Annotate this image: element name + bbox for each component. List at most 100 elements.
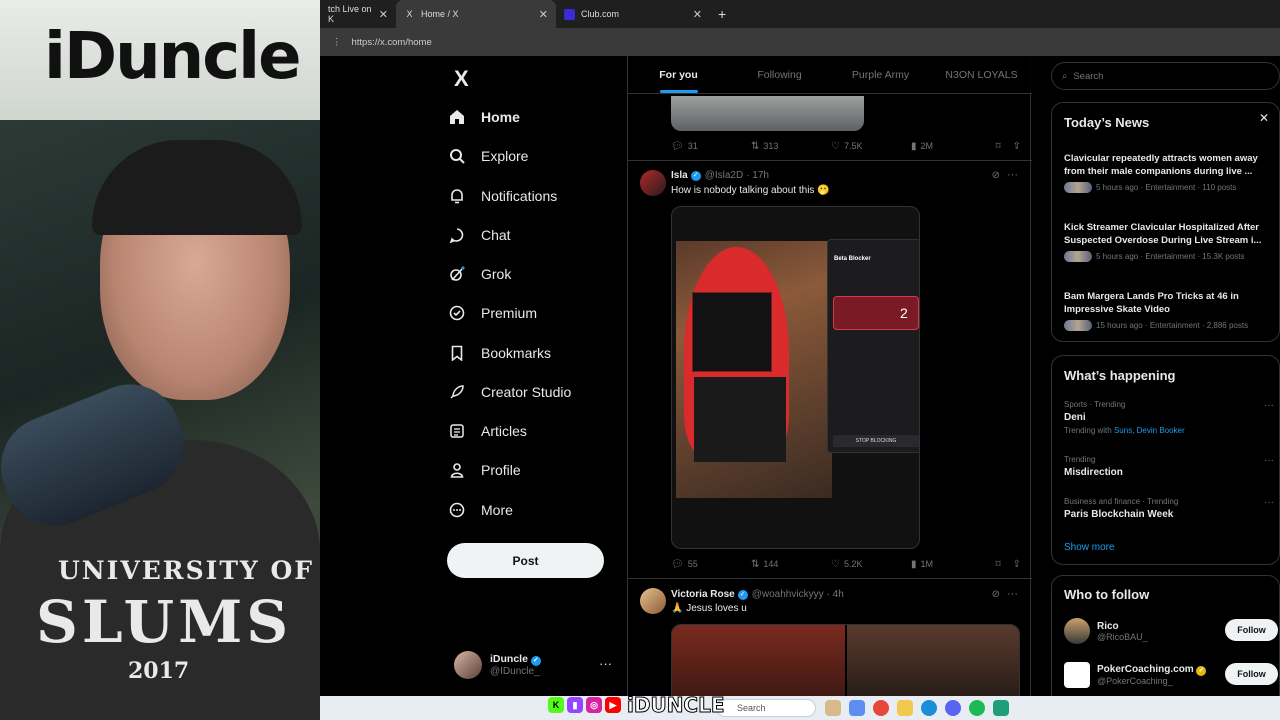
more-icon[interactable]: ··· xyxy=(1264,400,1274,411)
nav-home[interactable]: Home xyxy=(448,102,520,132)
copilot-icon[interactable] xyxy=(849,700,865,716)
trend-item[interactable]: Trending Misdirection ··· xyxy=(1064,455,1274,478)
follow-suggestion[interactable]: PokerCoaching.com ✓ @PokerCoaching_ Foll… xyxy=(1064,660,1278,690)
right-sidebar: ⌕ Search Today’s News ✕ Clavicular repea… xyxy=(1051,56,1280,696)
divider xyxy=(628,160,1032,161)
folder-icon[interactable] xyxy=(897,700,913,716)
taskbar-search[interactable]: Search xyxy=(716,699,816,717)
browser-tab-x-home[interactable]: X Home / X ✕ xyxy=(396,0,556,28)
trend-related-links[interactable]: Suns, Devin Booker xyxy=(1114,426,1185,435)
tab-purple-army[interactable]: Purple Army xyxy=(830,69,931,81)
more-icon[interactable]: ··· xyxy=(1007,169,1018,181)
follow-button[interactable]: Follow xyxy=(1225,663,1278,685)
tweet-time[interactable]: · 17h xyxy=(746,170,769,181)
tweet-media[interactable] xyxy=(671,624,1020,696)
tweet-header: Isla ✓ @Isla2D · 17h xyxy=(671,170,769,181)
app-icon[interactable] xyxy=(825,700,841,716)
nav-premium[interactable]: Premium xyxy=(448,298,537,328)
tweet-author-handle[interactable]: @Isla2D xyxy=(705,170,744,181)
show-more-link[interactable]: Show more xyxy=(1064,542,1115,553)
repost-button[interactable]: ⇅ 144 xyxy=(751,559,831,570)
repost-button[interactable]: ⇅ 313 xyxy=(751,141,831,152)
nav-profile[interactable]: Profile xyxy=(448,455,521,485)
spotify-icon[interactable] xyxy=(969,700,985,716)
close-icon[interactable]: ✕ xyxy=(693,8,702,21)
nav-chat[interactable]: Chat xyxy=(448,220,511,250)
bookmark-icon[interactable]: ⌑ xyxy=(995,559,1000,570)
nav-grok[interactable]: Grok xyxy=(448,259,511,289)
tweet-time[interactable]: · 4h xyxy=(827,589,844,600)
trend-item[interactable]: Sports · Trending Deni Trending with Sun… xyxy=(1064,400,1274,435)
share-icon[interactable]: ⇪ xyxy=(1013,559,1021,570)
grok-icon[interactable]: ⊘ xyxy=(992,170,1000,181)
instagram-icon: ◎ xyxy=(586,697,602,713)
news-meta: 5 hours ago · Entertainment · 110 posts xyxy=(1096,183,1237,192)
news-item[interactable]: Kick Streamer Clavicular Hospitalized Af… xyxy=(1064,221,1278,262)
close-icon[interactable]: ✕ xyxy=(539,8,548,21)
browser-tab-kick[interactable]: tch Live on K ✕ xyxy=(320,0,396,28)
views-button[interactable]: ▮ 2M xyxy=(911,141,991,152)
app-icon[interactable] xyxy=(993,700,1009,716)
grok-icon[interactable]: ⊘ xyxy=(992,589,1000,600)
nav-creator-studio[interactable]: Creator Studio xyxy=(448,377,571,407)
tweet-media[interactable]: Beta Blocker 2 STOP BLOCKING xyxy=(671,206,920,549)
post-button[interactable]: Post xyxy=(447,543,604,578)
tab-for-you[interactable]: For you xyxy=(628,69,729,93)
tab-n3on-loyals[interactable]: N3ON LOYALS xyxy=(931,69,1032,81)
browser-tab-bar: tch Live on K ✕ X Home / X ✕ Club.com ✕ … xyxy=(320,0,1280,28)
more-icon[interactable]: ··· xyxy=(1007,588,1018,600)
overlay-counter: 2 xyxy=(833,296,919,330)
discord-icon[interactable] xyxy=(945,700,961,716)
news-meta-row: 15 hours ago · Entertainment · 2,886 pos… xyxy=(1064,320,1278,331)
reply-button[interactable]: 💬︎ 55 xyxy=(671,559,751,570)
close-icon[interactable]: ✕ xyxy=(379,8,388,21)
more-icon[interactable]: ··· xyxy=(1264,497,1274,508)
views-button[interactable]: ▮ 1M xyxy=(911,559,991,570)
address-bar[interactable]: ⋮ https://x.com/home xyxy=(320,28,1280,56)
share-icon[interactable]: ⇪ xyxy=(1013,141,1021,152)
follow-suggestion[interactable]: Rico @RicoBAU_ Follow xyxy=(1064,616,1278,646)
x-logo-icon[interactable]: X xyxy=(454,66,469,92)
tweet-author-name[interactable]: Victoria Rose xyxy=(671,589,735,600)
avatar xyxy=(1064,662,1090,688)
heart-icon: ♡ xyxy=(831,558,840,570)
news-item[interactable]: Clavicular repeatedly attracts women awa… xyxy=(1064,152,1278,193)
nav-explore[interactable]: Explore xyxy=(448,141,528,171)
site-info-icon[interactable]: ⋮ xyxy=(332,37,342,48)
like-button[interactable]: ♡ 7.5K xyxy=(831,141,911,152)
chrome-icon[interactable] xyxy=(873,700,889,716)
browser-tab-club[interactable]: Club.com ✕ xyxy=(556,0,710,28)
follow-button[interactable]: Follow xyxy=(1225,619,1278,641)
nav-bookmarks[interactable]: Bookmarks xyxy=(448,338,551,368)
edge-icon[interactable] xyxy=(921,700,937,716)
tweet-author-name[interactable]: Isla xyxy=(671,170,688,181)
reply-button[interactable]: 💬︎ 31 xyxy=(671,141,751,152)
trend-item[interactable]: Business and finance · Trending Paris Bl… xyxy=(1064,497,1274,520)
tweet-author-handle[interactable]: @woahhvickyyy xyxy=(752,589,824,600)
tweet-text: 🙏 Jesus loves u xyxy=(671,603,747,614)
news-headline: Clavicular repeatedly attracts women awa… xyxy=(1064,153,1258,177)
bookmark-icon[interactable]: ⌑ xyxy=(995,141,1000,152)
nav-articles[interactable]: Articles xyxy=(448,416,527,446)
like-button[interactable]: ♡ 5.2K xyxy=(831,559,911,570)
more-icon[interactable]: ··· xyxy=(1264,455,1274,466)
account-switcher[interactable]: iDuncle ✓ @IDuncle_ ··· xyxy=(454,648,614,682)
tab-following[interactable]: Following xyxy=(729,69,830,81)
trend-related-prefix: Trending with xyxy=(1064,426,1112,435)
search-input[interactable]: ⌕ Search xyxy=(1051,62,1280,90)
post-media[interactable] xyxy=(671,96,864,131)
more-icon[interactable]: ··· xyxy=(599,656,612,671)
news-headline: Kick Streamer Clavicular Hospitalized Af… xyxy=(1064,222,1262,246)
avatar[interactable] xyxy=(640,588,666,614)
avatar xyxy=(454,651,482,679)
url-text[interactable]: https://x.com/home xyxy=(352,37,432,48)
new-tab-button[interactable]: + xyxy=(710,0,734,28)
webcam-banner-text: iDuncle xyxy=(44,20,301,94)
nav-notifications[interactable]: Notifications xyxy=(448,181,557,211)
avatar[interactable] xyxy=(640,170,666,196)
news-item[interactable]: Bam Margera Lands Pro Tricks at 46 in Im… xyxy=(1064,290,1278,331)
close-icon[interactable]: ✕ xyxy=(1259,111,1269,125)
nav-more[interactable]: More xyxy=(448,495,513,525)
media-right-photo xyxy=(844,625,1019,696)
news-meta: 5 hours ago · Entertainment · 15.3K post… xyxy=(1096,252,1245,261)
